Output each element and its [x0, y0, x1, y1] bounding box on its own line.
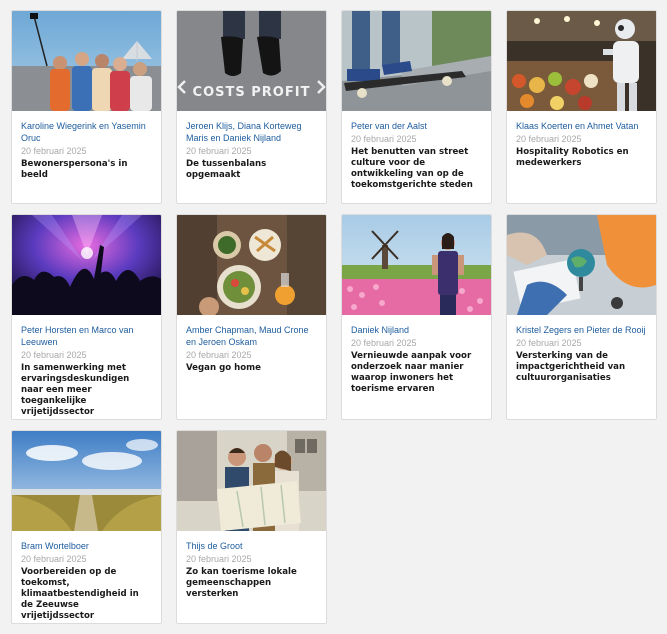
tourists-map-photo[interactable]: [177, 431, 326, 531]
publication-card[interactable]: Daniek Nijland 20 februari 2025 Vernieuw…: [341, 214, 492, 420]
vegan-food-table-photo[interactable]: [177, 215, 326, 315]
publication-card[interactable]: Karoline Wiegerink en Yasemin Oruc 20 fe…: [11, 10, 162, 204]
card-date: 20 februari 2025: [186, 146, 252, 156]
card-authors[interactable]: Daniek Nijland: [351, 324, 483, 336]
card-title[interactable]: Bewonerspersona's in beeld: [21, 159, 153, 181]
skateboard-image: [342, 11, 491, 111]
concert-crowd-photo[interactable]: [12, 215, 161, 315]
publication-card[interactable]: Kristel Zegers en Pieter de Rooij 20 feb…: [506, 214, 657, 420]
group-selfie-image: [12, 11, 161, 111]
publication-card[interactable]: Klaas Koerten en Ahmet Vatan 20 februari…: [506, 10, 657, 204]
concert-crowd-image: [12, 215, 161, 315]
zeeland-dunes-photo[interactable]: [12, 431, 161, 531]
card-authors[interactable]: Peter Horsten en Marco van Leeuwen: [21, 324, 153, 348]
card-date: 20 februari 2025: [351, 338, 417, 348]
tulip-field-windmill-photo[interactable]: [342, 215, 491, 315]
card-authors[interactable]: Thijs de Groot: [186, 540, 318, 552]
card-title[interactable]: Het benutten van street culture voor de …: [351, 147, 483, 191]
costs-profit-text: COSTS PROFIT: [193, 85, 311, 100]
card-date: 20 februari 2025: [516, 338, 582, 348]
card-authors[interactable]: Klaas Koerten en Ahmet Vatan: [516, 120, 648, 132]
robot-buffet-image: [507, 11, 656, 111]
card-date: 20 februari 2025: [186, 350, 252, 360]
publication-card[interactable]: Peter Horsten en Marco van Leeuwen 20 fe…: [11, 214, 162, 420]
zeeland-dunes-image: [12, 431, 161, 531]
publication-card[interactable]: Amber Chapman, Maud Crone en Jeroen Oska…: [176, 214, 327, 420]
card-authors[interactable]: Karoline Wiegerink en Yasemin Oruc: [21, 120, 153, 144]
card-title[interactable]: Voorbereiden op de toekomst, klimaatbest…: [21, 567, 153, 622]
card-title[interactable]: In samenwerking met ervaringsdeskundigen…: [21, 363, 153, 418]
card-title[interactable]: Versterking van de impactgerichtheid van…: [516, 351, 648, 384]
card-authors[interactable]: Bram Wortelboer: [21, 540, 153, 552]
card-title[interactable]: Vegan go home: [186, 363, 318, 374]
skateboard-photo[interactable]: [342, 11, 491, 111]
card-date: 20 februari 2025: [351, 134, 417, 144]
card-authors[interactable]: Peter van der Aalst: [351, 120, 483, 132]
card-date: 20 februari 2025: [516, 134, 582, 144]
card-authors[interactable]: Amber Chapman, Maud Crone en Jeroen Oska…: [186, 324, 318, 348]
meeting-globe-image: [507, 215, 656, 315]
card-date: 20 februari 2025: [21, 350, 87, 360]
card-authors[interactable]: Kristel Zegers en Pieter de Rooij: [516, 324, 648, 336]
group-selfie-photo[interactable]: [12, 11, 161, 111]
tulip-field-windmill-image: [342, 215, 491, 315]
costs-profit-image: COSTS PROFIT: [177, 11, 326, 111]
tourists-map-image: [177, 431, 326, 531]
publication-card[interactable]: COSTS PROFIT Jeroen Klijs, Diana Kortewe…: [176, 10, 327, 204]
card-title[interactable]: De tussenbalans opgemaakt: [186, 159, 318, 181]
meeting-globe-photo[interactable]: [507, 215, 656, 315]
card-date: 20 februari 2025: [186, 554, 252, 564]
publication-card[interactable]: Thijs de Groot 20 februari 2025 Zo kan t…: [176, 430, 327, 624]
vegan-food-table-image: [177, 215, 326, 315]
card-title[interactable]: Zo kan toerisme lokale gemeenschappen ve…: [186, 567, 318, 600]
publication-card[interactable]: Bram Wortelboer 20 februari 2025 Voorber…: [11, 430, 162, 624]
card-date: 20 februari 2025: [21, 146, 87, 156]
card-title[interactable]: Vernieuwde aanpak voor onderzoek naar ma…: [351, 351, 483, 395]
robot-buffet-photo[interactable]: [507, 11, 656, 111]
card-date: 20 februari 2025: [21, 554, 87, 564]
card-authors[interactable]: Jeroen Klijs, Diana Korteweg Maris en Da…: [186, 120, 318, 144]
publication-card[interactable]: Peter van der Aalst 20 februari 2025 Het…: [341, 10, 492, 204]
card-title[interactable]: Hospitality Robotics en medewerkers: [516, 147, 648, 169]
costs-profit-photo[interactable]: COSTS PROFIT: [177, 11, 326, 111]
